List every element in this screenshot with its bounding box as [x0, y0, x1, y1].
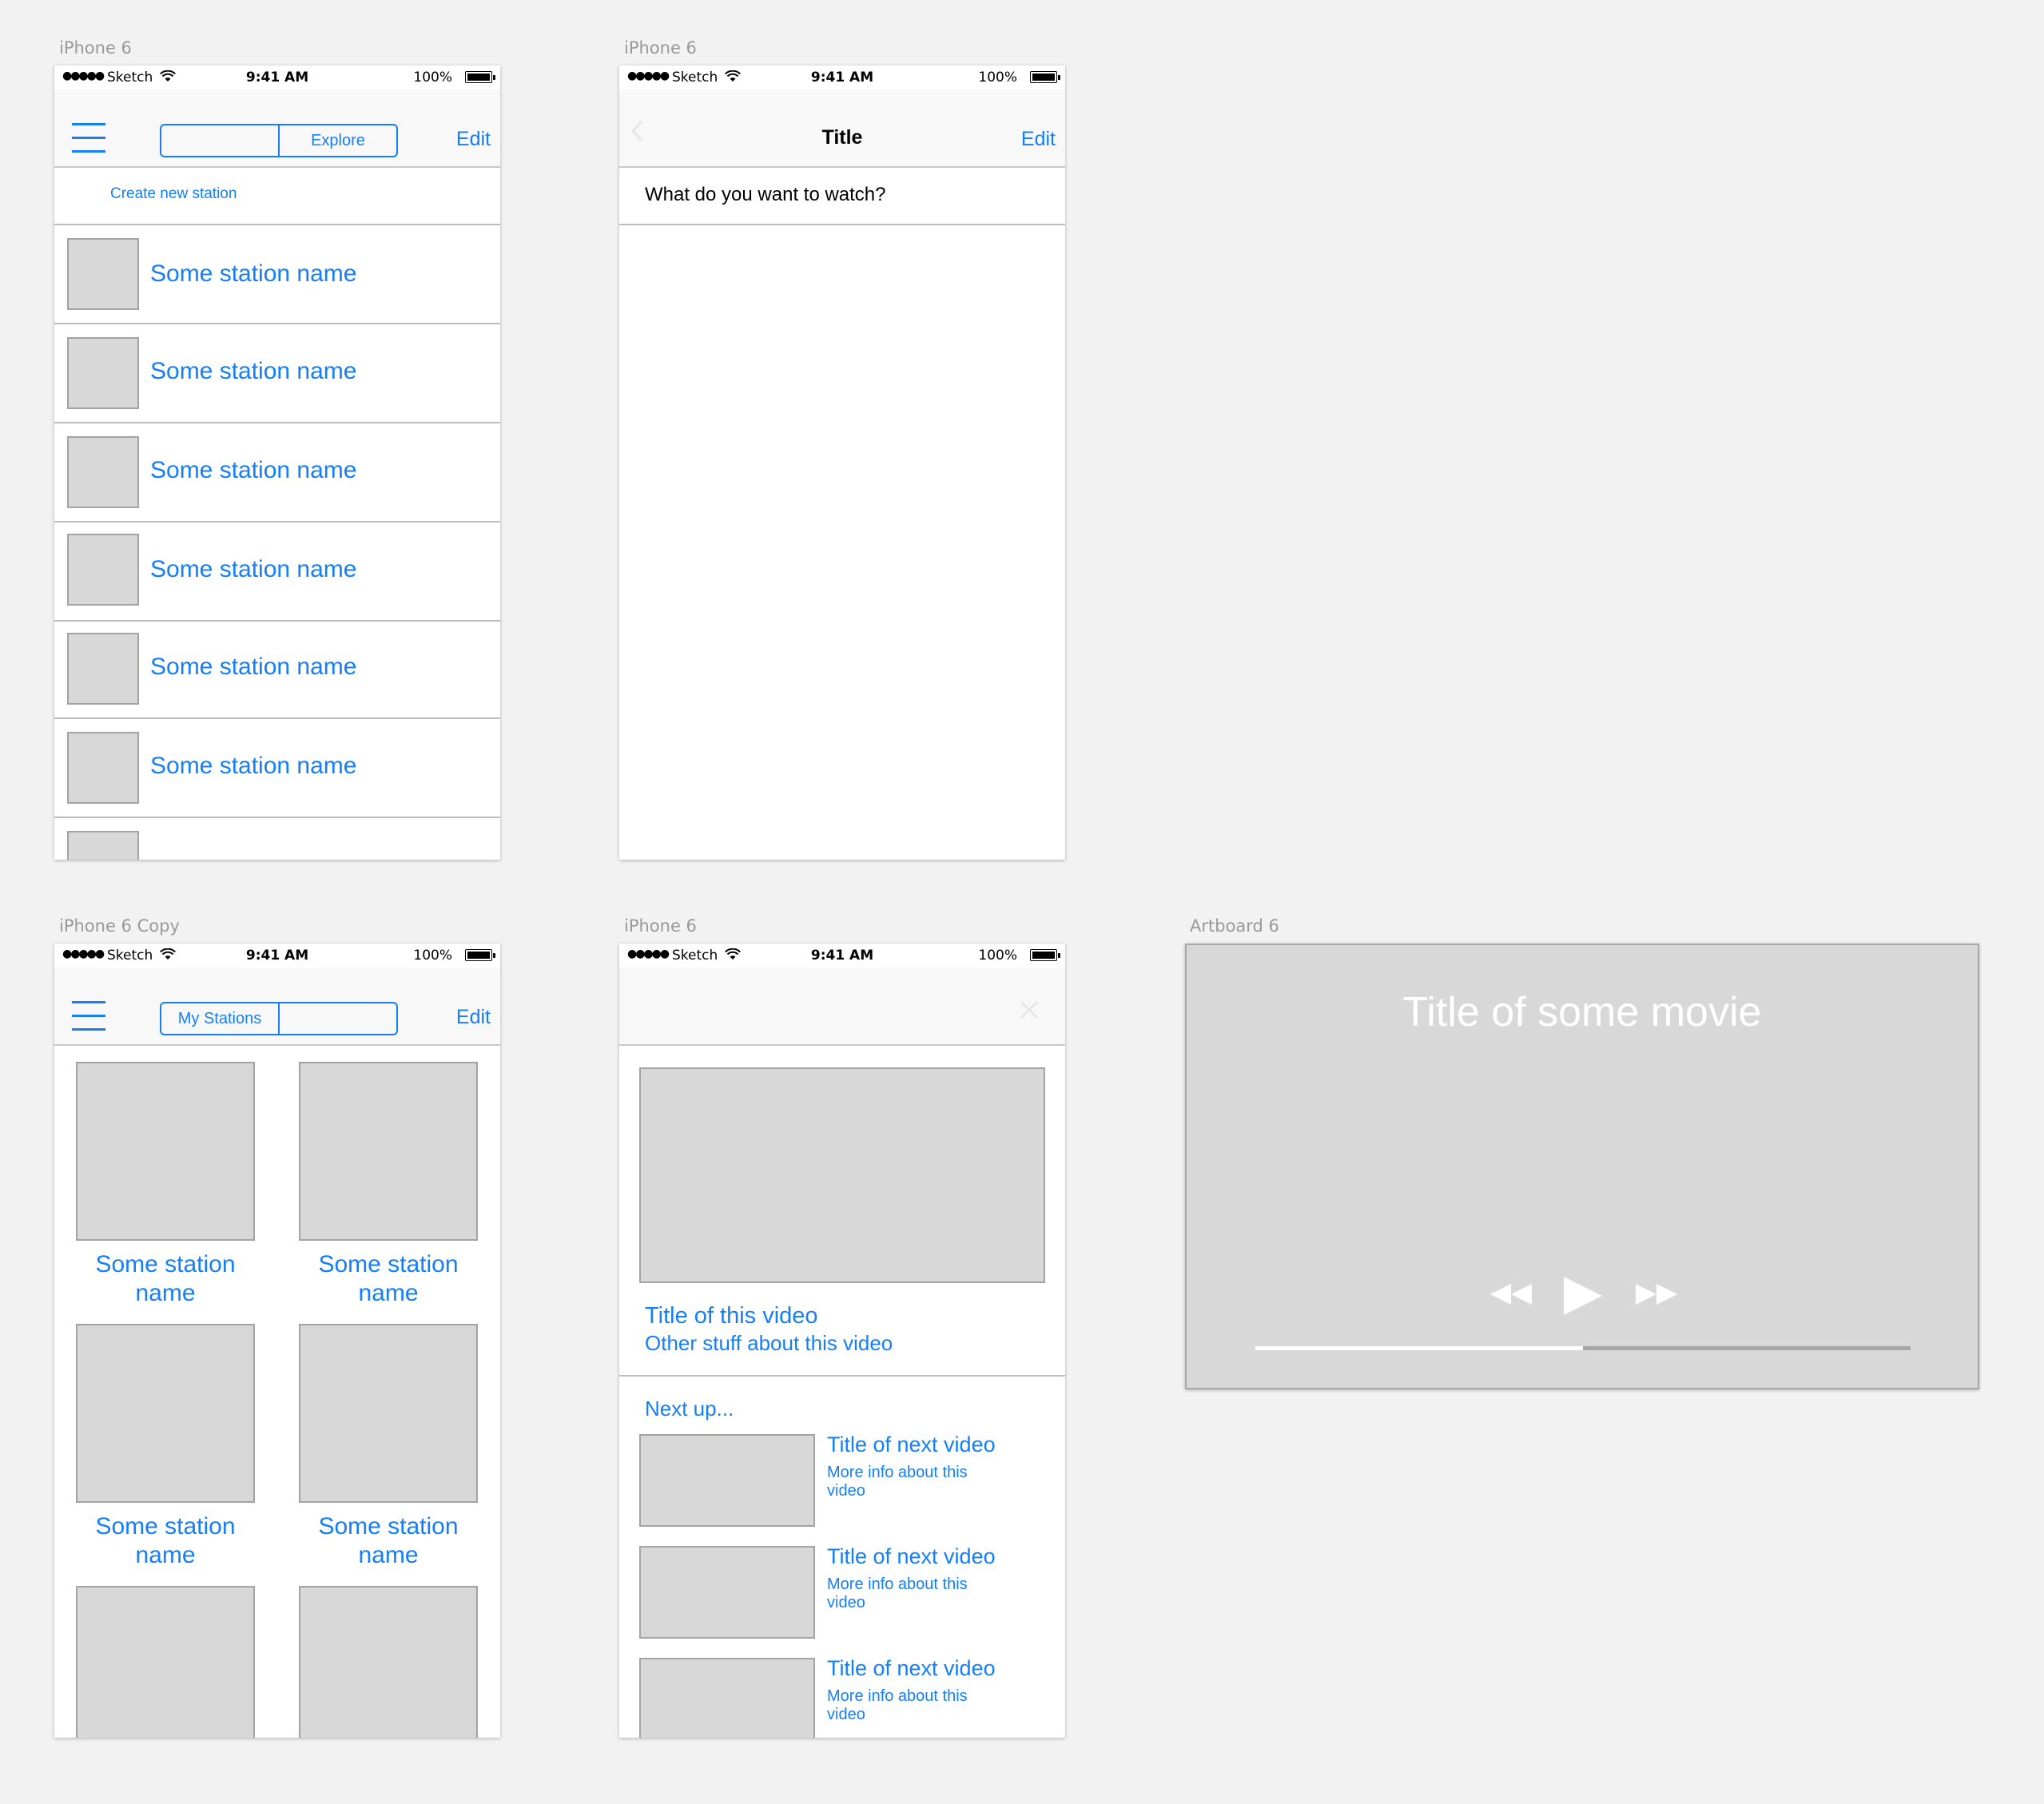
menu-icon[interactable]: [72, 123, 105, 153]
close-icon[interactable]: [1019, 999, 1040, 1024]
progress-track[interactable]: [1255, 1346, 1911, 1350]
station-name: Some station name: [150, 753, 357, 779]
next-video-info: More info about this video: [827, 1687, 968, 1723]
next-video-title: Title of next video: [827, 1432, 996, 1456]
video-player: Title of some movie: [1185, 944, 1979, 1389]
station-thumbnail: [76, 1062, 255, 1241]
nav-bar: My Stations Edit: [54, 968, 500, 1046]
station-thumbnail: [67, 238, 139, 310]
screen-explore-grid: ●●●●● Sketch 9:41 AM 100% My Stations Ed…: [54, 944, 500, 1738]
battery-icon: [1030, 71, 1060, 83]
battery-percent: 100%: [978, 70, 1017, 85]
station-name: Some station name: [318, 1251, 459, 1306]
status-bar: ●●●●● Sketch 9:41 AM 100%: [54, 66, 500, 89]
station-name: Some station name: [150, 654, 357, 680]
station-thumbnail: [76, 1586, 255, 1738]
divider: [54, 224, 500, 225]
battery-icon: [465, 71, 495, 83]
station-name: Some station name: [150, 556, 357, 582]
artboard-label-artboard6: Artboard 6: [1190, 916, 1279, 936]
artboard-label-iphone6-a: iPhone 6: [59, 38, 132, 58]
divider: [619, 1375, 1065, 1377]
battery-percent: 100%: [413, 70, 452, 85]
segmented-control: My Stations: [160, 1002, 398, 1035]
next-video-info: More info about this video: [827, 1464, 968, 1500]
next-up-heading: Next up...: [645, 1397, 734, 1421]
next-video-thumbnail: [639, 1658, 815, 1738]
station-thumbnail: [67, 337, 139, 409]
station-thumbnail: [299, 1586, 478, 1738]
station-thumbnail: [67, 633, 139, 705]
divider: [619, 224, 1065, 225]
progress-fill: [1255, 1346, 1583, 1350]
movie-title: Title of some movie: [1402, 989, 1762, 1035]
fast-forward-icon[interactable]: [1634, 1282, 1679, 1310]
battery-icon: [1030, 949, 1060, 961]
next-video-title: Title of next video: [827, 1656, 996, 1680]
nav-bar: Title Edit: [619, 89, 1065, 168]
station-thumbnail: [67, 534, 139, 606]
status-bar: ●●●●● Sketch 9:41 AM 100%: [54, 944, 500, 968]
status-bar: ●●●●● Sketch 9:41 AM 100%: [619, 944, 1065, 968]
next-video-info: More info about this video: [827, 1576, 968, 1611]
status-bar: ●●●●● Sketch 9:41 AM 100%: [619, 66, 1065, 89]
station-thumbnail: [67, 436, 139, 508]
next-video-thumbnail: [639, 1434, 815, 1527]
station-name: Some station name: [95, 1513, 236, 1568]
station-thumbnail: [299, 1062, 478, 1241]
segment-explore[interactable]: Explore: [278, 125, 396, 156]
nav-bar: [619, 968, 1065, 1046]
station-name: Some station name: [318, 1513, 459, 1568]
edit-button[interactable]: Edit: [456, 128, 491, 151]
create-station-link[interactable]: Create new station: [110, 185, 237, 203]
station-thumbnail: [299, 1324, 478, 1503]
menu-icon[interactable]: [72, 1001, 105, 1031]
segment-my-stations[interactable]: [161, 125, 278, 156]
segment-explore[interactable]: [278, 1003, 396, 1034]
divider: [54, 521, 500, 523]
divider: [54, 620, 500, 622]
divider: [54, 323, 500, 324]
screen-station-list: ●●●●● Sketch 9:41 AM 100% Explore Edit C…: [54, 66, 500, 860]
station-thumbnail: [76, 1324, 255, 1503]
station-thumbnail: [67, 831, 139, 860]
play-icon[interactable]: [1562, 1276, 1604, 1320]
artboard-label-iphone6-copy: iPhone 6 Copy: [59, 916, 180, 936]
video-player-thumbnail[interactable]: [639, 1067, 1045, 1283]
next-video-thumbnail: [639, 1546, 815, 1639]
nav-bar: Explore Edit: [54, 89, 500, 168]
battery-percent: 100%: [978, 948, 1017, 964]
station-name: Some station name: [95, 1251, 236, 1306]
divider: [54, 717, 500, 719]
edit-button[interactable]: Edit: [1021, 128, 1056, 151]
rewind-icon[interactable]: [1489, 1282, 1533, 1310]
artboard-label-iphone6-c: iPhone 6: [624, 916, 697, 936]
screen-video-detail: ●●●●● Sketch 9:41 AM 100% Title of this …: [619, 944, 1065, 1738]
station-name: Some station name: [150, 457, 357, 483]
segment-my-stations[interactable]: My Stations: [161, 1003, 278, 1034]
edit-button[interactable]: Edit: [456, 1006, 491, 1029]
divider: [54, 817, 500, 818]
nav-title: Title: [821, 126, 863, 149]
station-name: Some station name: [150, 260, 357, 287]
station-name: Some station name: [150, 358, 357, 384]
search-prompt[interactable]: What do you want to watch?: [645, 184, 886, 206]
screen-search: ●●●●● Sketch 9:41 AM 100% Title Edit Wha…: [619, 66, 1065, 860]
segmented-control: Explore: [160, 124, 398, 157]
video-subtitle: Other stuff about this video: [645, 1331, 893, 1355]
station-thumbnail: [67, 732, 139, 804]
battery-icon: [465, 949, 495, 961]
artboard-label-iphone6-b: iPhone 6: [624, 38, 697, 58]
divider: [54, 422, 500, 423]
battery-percent: 100%: [413, 948, 452, 964]
next-video-title: Title of next video: [827, 1544, 996, 1568]
video-title: Title of this video: [645, 1303, 818, 1329]
